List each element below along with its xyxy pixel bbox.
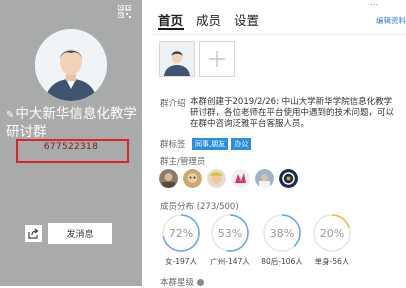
share-button[interactable] (25, 225, 42, 242)
tab-members[interactable]: 成员 (196, 10, 221, 29)
group-name-text: 中大新华信息化教学研讨群 (6, 106, 137, 140)
more-options-icon[interactable]: ⋯ (370, 0, 379, 9)
group-photo[interactable] (159, 41, 195, 77)
tag-list: 同事,朋友 办公 (192, 138, 254, 150)
admin-avatar[interactable] (255, 169, 274, 188)
tags-label: 群标签 (160, 140, 186, 150)
add-photo-button[interactable] (199, 41, 235, 77)
tab-home[interactable]: 首页 (158, 10, 183, 29)
distribution-percent: 53% (218, 227, 242, 240)
tag-item: 办公 (231, 138, 252, 150)
admin-avatar[interactable] (207, 169, 226, 188)
edit-profile-link[interactable]: 编辑资料 (376, 15, 406, 26)
tab-bar: 首页 成员 设置 (158, 10, 259, 29)
distribution-percent: 38% (270, 227, 294, 240)
group-level-text: 本群星级 (160, 278, 195, 288)
intro-label: 群介绍 (160, 99, 186, 109)
distribution-ring-age: 38% (263, 214, 301, 252)
admins-label: 群主/管理员 (160, 157, 206, 167)
highlight-box (16, 139, 129, 163)
share-icon (28, 228, 39, 239)
distribution-label: 成员分布 (273/500) (160, 202, 239, 212)
info-icon[interactable] (196, 279, 204, 286)
distribution-percent: 20% (320, 227, 344, 240)
tab-settings[interactable]: 设置 (234, 10, 259, 29)
person-silhouette-icon (35, 29, 107, 101)
distribution-ring-city: 53% (211, 214, 249, 252)
group-avatar[interactable] (35, 29, 107, 101)
distribution-ring-gender: 72% (162, 214, 200, 252)
person-silhouette-icon (164, 50, 190, 76)
distribution-caption: 单身-56人 (314, 257, 350, 266)
distribution-caption: 80后-106人 (261, 257, 303, 266)
tag-item: 同事,朋友 (192, 138, 229, 150)
admin-avatar[interactable] (159, 169, 178, 188)
edit-pencil-icon[interactable]: ✎ (6, 110, 14, 121)
intro-text: 本群创建于2019/2/26: 中山大学新华学院信息化教学研讨群，各位老师在平台… (190, 97, 395, 129)
admin-avatar[interactable] (231, 169, 250, 188)
active-tab-indicator (158, 28, 184, 30)
qr-code-icon[interactable] (118, 5, 131, 18)
group-level-label: 本群星级 (160, 276, 204, 288)
plus-icon (209, 51, 225, 67)
distribution-caption: 女-197人 (164, 257, 198, 266)
group-profile-panel: ✎中大新华信息化教学研讨群 677522318 发消息 (0, 0, 142, 286)
distribution-ring-single: 20% (313, 214, 351, 252)
divider (150, 34, 406, 35)
send-message-button[interactable]: 发消息 (48, 223, 112, 244)
distribution-percent: 72% (169, 227, 193, 240)
admin-avatar[interactable] (183, 169, 202, 188)
distribution-caption: 广州-147人 (210, 257, 250, 266)
admin-avatar[interactable] (279, 169, 298, 188)
admin-list (159, 169, 298, 188)
group-name: ✎中大新华信息化教学研讨群 (6, 106, 142, 140)
